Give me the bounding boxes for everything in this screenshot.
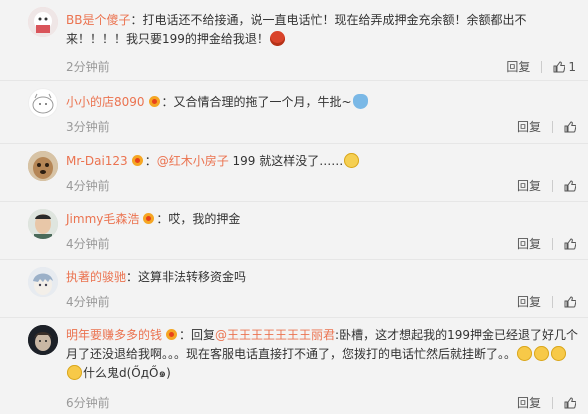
- comment-item: Mr-Dai123 ：@红木小房子 199 就这样没了…… 4分钟前 回复: [0, 143, 588, 202]
- vip-badge-icon: [143, 213, 155, 224]
- comment-list: BB是个傻子：打电话还不给接通，说一直电话忙！现在给弄成押金充余额！余额都出不来…: [0, 0, 588, 413]
- sweat-smile-emoji-icon: [551, 346, 567, 361]
- thumbs-up-icon: [553, 60, 566, 72]
- avatar[interactable]: [28, 209, 58, 239]
- thumbs-up-icon: [564, 179, 576, 191]
- angry-emoji-icon: [269, 31, 285, 46]
- comment-content: 小小的店8090 ：又合情合理的拖了一个月，牛批~: [66, 93, 578, 112]
- divider: [552, 237, 553, 250]
- like-button[interactable]: [564, 295, 576, 308]
- comment-text: ：哎，我的押金: [156, 212, 241, 226]
- divider: [552, 120, 553, 133]
- username-link[interactable]: Mr-Dai123: [66, 154, 128, 168]
- reply-button[interactable]: 回复: [517, 293, 541, 310]
- like-count: 1: [568, 59, 576, 74]
- username-link[interactable]: 小小的店8090: [66, 95, 145, 109]
- reply-button[interactable]: 回复: [517, 177, 541, 194]
- avatar[interactable]: [28, 7, 58, 37]
- comment-item: 执著的骏驰：这算非法转移资金吗 4分钟前 回复: [0, 259, 588, 318]
- comment-actions: 回复: [517, 235, 576, 252]
- timestamp: 2分钟前: [66, 60, 110, 74]
- thumbs-up-icon: [564, 396, 576, 408]
- comment-text: 199 就这样没了……: [228, 154, 344, 168]
- mention-link[interactable]: @红木小房子: [157, 154, 229, 168]
- thumbs-up-icon: [564, 237, 576, 249]
- like-button[interactable]: [564, 179, 576, 192]
- comment-item: BB是个傻子：打电话还不给接通，说一直电话忙！现在给弄成押金充余额！余额都出不来…: [0, 0, 588, 80]
- divider: [552, 179, 553, 192]
- comment-content: BB是个傻子：打电话还不给接通，说一直电话忙！现在给弄成押金充余额！余额都出不来…: [66, 11, 546, 49]
- comment-content: 明年要赚多多的钱 ：回复@王王王王王王王丽君:卧槽，这才想起我的199押金已经退了…: [66, 326, 580, 383]
- avatar[interactable]: [28, 88, 58, 118]
- comment-content: Jimmy毛森浩 ：哎，我的押金: [66, 210, 578, 229]
- comment-actions: 回复: [517, 177, 576, 194]
- comment-text: ：打电话还不给接通，说一直电话忙！现在给弄成押金充余额！余额都出不来！！！！我只…: [66, 13, 527, 46]
- comment-actions: 回复 1: [506, 58, 576, 75]
- comment-text-prefix: ：回复: [179, 328, 216, 342]
- crying-emoji-icon: [344, 153, 360, 168]
- comment-actions: 回复: [517, 118, 576, 135]
- timestamp: 4分钟前: [66, 295, 110, 309]
- like-button[interactable]: [564, 120, 576, 133]
- reply-button[interactable]: 回复: [517, 118, 541, 135]
- comment-text: ：又合情合理的拖了一个月，牛批~: [161, 95, 352, 109]
- comment-text: ：这算非法转移资金吗: [126, 270, 247, 284]
- comment-item: Jimmy毛森浩 ：哎，我的押金 4分钟前 回复: [0, 201, 588, 260]
- divider: [541, 60, 543, 73]
- reply-button[interactable]: 回复: [506, 58, 530, 75]
- username-link[interactable]: 执著的骏驰: [66, 270, 126, 284]
- timestamp: 4分钟前: [66, 237, 110, 251]
- vip-badge-icon: [148, 96, 160, 107]
- username-link[interactable]: Jimmy毛森浩: [66, 212, 139, 226]
- comment-text-prefix: ：: [144, 154, 157, 168]
- username-link[interactable]: 明年要赚多多的钱: [66, 328, 162, 342]
- mention-link[interactable]: @王王王王王王王丽君: [215, 328, 335, 342]
- timestamp: 3分钟前: [66, 120, 110, 134]
- thumbs-up-icon: [564, 120, 576, 132]
- timestamp: 4分钟前: [66, 179, 110, 193]
- laugh-emoji-icon: [352, 94, 368, 109]
- like-button[interactable]: [564, 396, 576, 409]
- avatar[interactable]: [28, 325, 58, 355]
- divider: [552, 295, 553, 308]
- comment-actions: 回复: [517, 394, 576, 411]
- reply-button[interactable]: 回复: [517, 394, 541, 411]
- divider: [552, 396, 553, 409]
- avatar[interactable]: [28, 267, 58, 297]
- avatar[interactable]: [28, 151, 58, 181]
- sweat-smile-emoji-icon: [67, 365, 82, 380]
- timestamp: 6分钟前: [66, 396, 110, 410]
- username-link[interactable]: BB是个傻子: [66, 13, 130, 27]
- vip-badge-icon: [166, 329, 178, 340]
- comment-text-continued: 什么鬼d(ŐдŐ๑): [83, 366, 171, 380]
- thumbs-up-icon: [564, 295, 576, 307]
- comment-item: 小小的店8090 ：又合情合理的拖了一个月，牛批~ 3分钟前 回复: [0, 80, 588, 144]
- like-button[interactable]: 1: [553, 60, 576, 74]
- comment-actions: 回复: [517, 293, 576, 310]
- reply-button[interactable]: 回复: [517, 235, 541, 252]
- comment-content: Mr-Dai123 ：@红木小房子 199 就这样没了……: [66, 152, 578, 171]
- comment-item: 明年要赚多多的钱 ：回复@王王王王王王王丽君:卧槽，这才想起我的199押金已经退了…: [0, 317, 588, 414]
- vip-badge-icon: [131, 155, 143, 166]
- sweat-smile-emoji-icon: [534, 346, 550, 361]
- like-button[interactable]: [564, 237, 576, 250]
- sweat-smile-emoji-icon: [517, 346, 533, 361]
- comment-content: 执著的骏驰：这算非法转移资金吗: [66, 268, 578, 287]
